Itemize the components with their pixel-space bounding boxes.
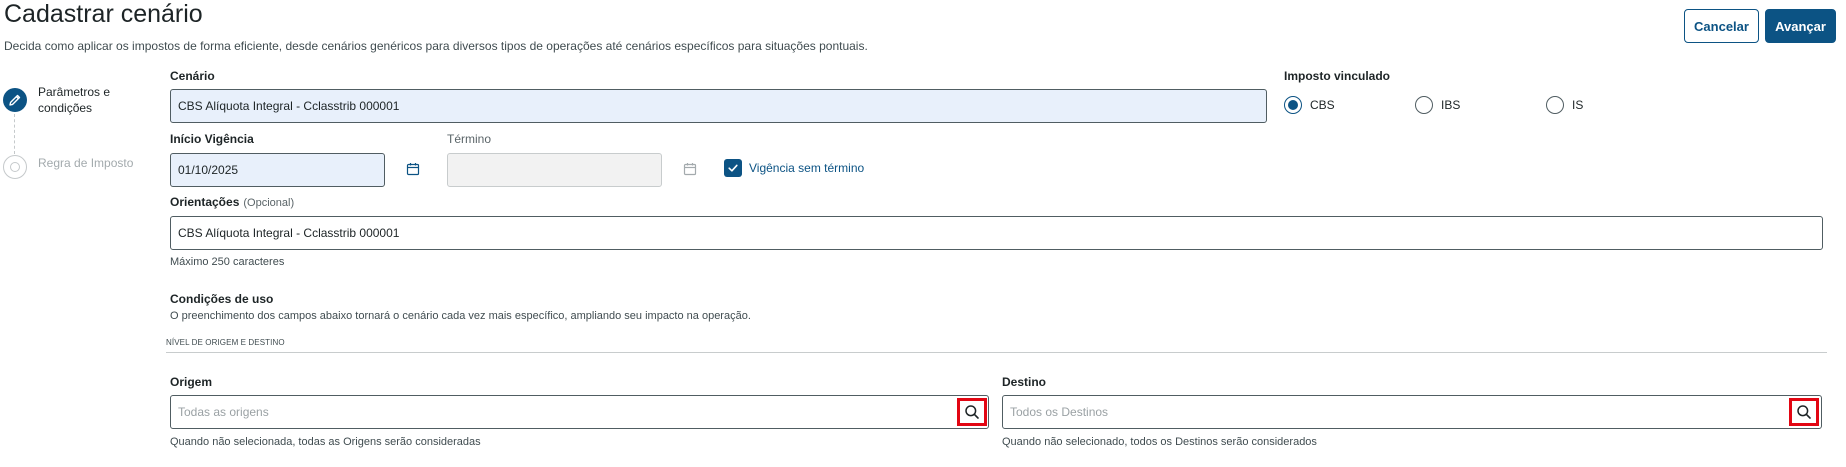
start-date-calendar-button[interactable] xyxy=(406,162,420,181)
start-date-value: 01/10/2025 xyxy=(178,163,239,177)
destination-search-button[interactable] xyxy=(1789,398,1819,426)
origin-search-button[interactable] xyxy=(957,398,987,426)
conditions-title: Condições de uso xyxy=(170,292,274,306)
radio-is[interactable]: IS xyxy=(1546,96,1583,114)
origin-label: Origem xyxy=(170,375,213,389)
scenario-input[interactable]: CBS Alíquota Integral - Cclasstrib 00000… xyxy=(170,89,1267,123)
origin-placeholder: Todas as origens xyxy=(178,405,269,419)
radio-cbs-label: CBS xyxy=(1310,98,1335,112)
radio-cbs[interactable]: CBS xyxy=(1284,96,1335,114)
scenario-label: Cenário xyxy=(170,69,215,83)
step-2-indicator[interactable] xyxy=(3,155,27,179)
cancel-button[interactable]: Cancelar xyxy=(1684,9,1759,43)
level-caption: NÍVEL DE ORIGEM E DESTINO xyxy=(166,338,285,347)
calendar-icon xyxy=(683,163,697,176)
guidance-label: Orientações (Opcional) xyxy=(170,195,294,209)
next-button[interactable]: Avançar xyxy=(1765,9,1836,43)
no-end-checkbox-control[interactable] xyxy=(724,159,742,177)
guidance-value: CBS Alíquota Integral - Cclasstrib 00000… xyxy=(178,226,400,240)
end-date-calendar-button xyxy=(683,162,697,181)
start-date-input[interactable]: 01/10/2025 xyxy=(170,153,385,187)
circle-icon xyxy=(10,162,20,172)
step-1-indicator[interactable] xyxy=(3,88,27,112)
end-date-input xyxy=(447,153,662,187)
conditions-description: O preenchimento dos campos abaixo tornar… xyxy=(170,310,751,322)
radio-is-label: IS xyxy=(1572,98,1584,112)
pencil-icon xyxy=(9,94,21,106)
guidance-optional-tag: (Opcional) xyxy=(243,197,295,209)
page-subtitle: Decida como aplicar os impostos de forma… xyxy=(4,39,868,53)
no-end-checkbox[interactable]: Vigência sem término xyxy=(724,159,864,177)
check-icon xyxy=(728,164,738,172)
scenario-value: CBS Alíquota Integral - Cclasstrib 00000… xyxy=(178,99,400,113)
linked-tax-label: Imposto vinculado xyxy=(1284,69,1391,83)
radio-is-control[interactable] xyxy=(1546,96,1564,114)
step-2-label[interactable]: Regra de Imposto xyxy=(38,156,133,170)
search-icon xyxy=(1797,405,1811,419)
no-end-checkbox-label: Vigência sem término xyxy=(749,161,865,175)
start-date-label: Início Vigência xyxy=(170,132,254,146)
radio-selected-dot xyxy=(1288,100,1298,110)
destination-placeholder: Todos os Destinos xyxy=(1010,405,1109,419)
radio-ibs[interactable]: IBS xyxy=(1415,96,1460,114)
end-date-label: Término xyxy=(447,132,492,146)
guidance-input[interactable]: CBS Alíquota Integral - Cclasstrib 00000… xyxy=(170,216,1823,250)
page-title: Cadastrar cenário xyxy=(4,0,203,28)
origin-helper: Quando não selecionada, todas as Origens… xyxy=(170,436,481,448)
origin-input[interactable]: Todas as origens xyxy=(170,395,989,429)
destination-input[interactable]: Todos os Destinos xyxy=(1002,395,1822,429)
search-icon xyxy=(965,405,979,419)
radio-ibs-label: IBS xyxy=(1441,98,1461,112)
guidance-label-text: Orientações xyxy=(170,195,240,209)
destination-label: Destino xyxy=(1002,375,1047,389)
radio-cbs-control[interactable] xyxy=(1284,96,1302,114)
guidance-helper: Máximo 250 caracteres xyxy=(170,256,285,268)
calendar-icon xyxy=(406,163,420,176)
radio-ibs-control[interactable] xyxy=(1415,96,1433,114)
stepper-connector xyxy=(14,114,15,154)
step-1-label[interactable]: Parâmetros e condições xyxy=(38,84,148,116)
destination-helper: Quando não selecionado, todos os Destino… xyxy=(1002,436,1317,448)
section-divider xyxy=(166,352,1827,353)
